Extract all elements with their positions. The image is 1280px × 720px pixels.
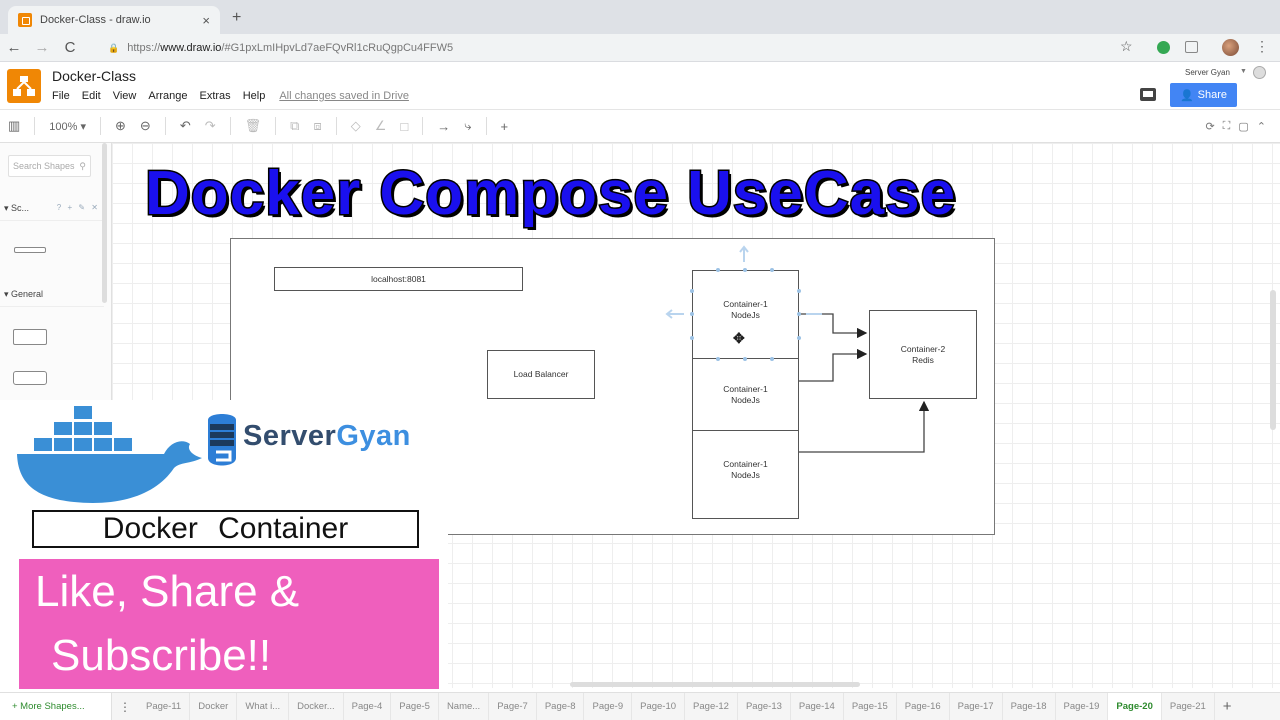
page-tab[interactable]: Page-10	[632, 693, 686, 720]
page-tab[interactable]: Page-9	[584, 693, 633, 720]
page-tab[interactable]: Page-20	[1108, 693, 1162, 720]
docker-whale-logo	[17, 406, 202, 503]
page-tabs: Page-11 Docker What i... Docker... Page-4 Pag…	[138, 693, 1215, 720]
page-tabs-bar: + More Shapes... ⋮ Page-11 Docker What i..…	[0, 692, 1280, 720]
page-tab[interactable]: Page-14	[791, 693, 844, 720]
page-tab[interactable]: Page-13	[738, 693, 791, 720]
selection-handle[interactable]	[716, 357, 720, 361]
page-tab[interactable]: Page-4	[344, 693, 392, 720]
page-tab[interactable]: Name...	[439, 693, 490, 720]
servergyan-logo-icon	[208, 414, 236, 466]
edge-container1a-to-redis[interactable]	[799, 313, 868, 339]
page-tab[interactable]: Page-21	[1162, 693, 1215, 720]
edge-container1c-to-redis[interactable]	[799, 400, 930, 453]
page-tab[interactable]: Page-15	[844, 693, 897, 720]
clone-arrow-left-icon[interactable]	[665, 309, 684, 319]
page-tab[interactable]: Page-16	[897, 693, 950, 720]
selection-handle[interactable]	[797, 336, 801, 340]
subscribe-banner: Like, Share & Subscribe!!	[19, 559, 439, 689]
selection-handle[interactable]	[690, 336, 694, 340]
selection-handle[interactable]	[770, 357, 774, 361]
edge-container1b-to-redis[interactable]	[799, 348, 868, 382]
add-page-button[interactable]: +	[1215, 698, 1240, 715]
brand-gyan: Gyan	[336, 420, 411, 452]
selection-handle[interactable]	[797, 312, 801, 316]
page-tab[interactable]: Docker	[190, 693, 238, 720]
selection-handle[interactable]	[690, 312, 694, 316]
video-title-overlay: Docker Compose UseCase	[144, 158, 957, 230]
page-tab[interactable]: Page-12	[685, 693, 738, 720]
selection-handle[interactable]	[743, 268, 747, 272]
selection-handle[interactable]	[690, 289, 694, 293]
selection-handle[interactable]	[743, 357, 747, 361]
clone-arrow-up-icon[interactable]	[739, 245, 749, 262]
page-tab[interactable]: Page-18	[1003, 693, 1056, 720]
page-tab[interactable]: Page-11	[138, 693, 191, 720]
subscribe-line-1: Like, Share &	[35, 567, 300, 616]
page-tab[interactable]: Page-7	[489, 693, 537, 720]
page-tab[interactable]: Page-8	[537, 693, 585, 720]
servergyan-brand: ServerGyan	[243, 420, 411, 453]
page-tab[interactable]: Page-19	[1056, 693, 1109, 720]
pages-menu-icon[interactable]: ⋮	[112, 700, 138, 714]
subscribe-line-2: Subscribe!!	[51, 631, 272, 680]
page-tab[interactable]: Page-5	[391, 693, 439, 720]
more-shapes-button[interactable]: + More Shapes...	[0, 693, 112, 720]
move-cursor-icon: ✥	[733, 330, 745, 346]
brand-server: Server	[243, 420, 337, 452]
page-tab[interactable]: Page-17	[950, 693, 1003, 720]
page-tab[interactable]: What i...	[237, 693, 290, 720]
selection-handle[interactable]	[770, 268, 774, 272]
selection-handle[interactable]	[716, 268, 720, 272]
page-tab[interactable]: Docker...	[289, 693, 344, 720]
docker-container-label: Docker Container	[32, 510, 419, 548]
selection-handle[interactable]	[797, 289, 801, 293]
